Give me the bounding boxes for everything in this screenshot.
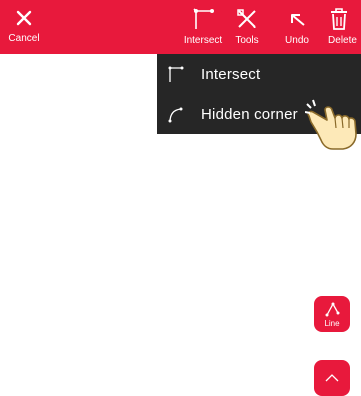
intersect-button[interactable]: Intersect [178, 0, 228, 54]
delete-button[interactable]: Delete [316, 0, 361, 54]
tools-label: Tools [235, 35, 259, 46]
tools-icon [237, 9, 256, 28]
line-label: Line [324, 318, 340, 328]
intersect-icon [168, 66, 184, 82]
top-toolbar: Cancel Intersect Tools Undo Delete [0, 0, 361, 54]
hand-pointer-icon [305, 99, 357, 150]
trash-icon [330, 8, 347, 30]
line-icon [325, 302, 340, 316]
undo-icon [291, 14, 305, 26]
intersect-label: Intersect [183, 35, 223, 46]
close-icon [16, 10, 32, 26]
tool-icon [325, 374, 339, 382]
line-button[interactable]: Line [314, 296, 350, 332]
menu-item-intersect[interactable]: Intersect [157, 54, 361, 94]
hidden-corner-icon [168, 107, 183, 123]
menu-item-label: Hidden corner [201, 105, 298, 123]
menu-item-label: Intersect [201, 65, 261, 83]
tools-button[interactable]: Tools [228, 0, 266, 54]
undo-label: Undo [285, 35, 309, 46]
intersect-icon [193, 8, 214, 29]
undo-button[interactable]: Undo [280, 0, 314, 54]
delete-label: Delete [328, 35, 357, 46]
cancel-button[interactable]: Cancel [4, 0, 44, 54]
cancel-label: Cancel [8, 33, 40, 44]
tool-fab-button[interactable] [314, 360, 350, 396]
